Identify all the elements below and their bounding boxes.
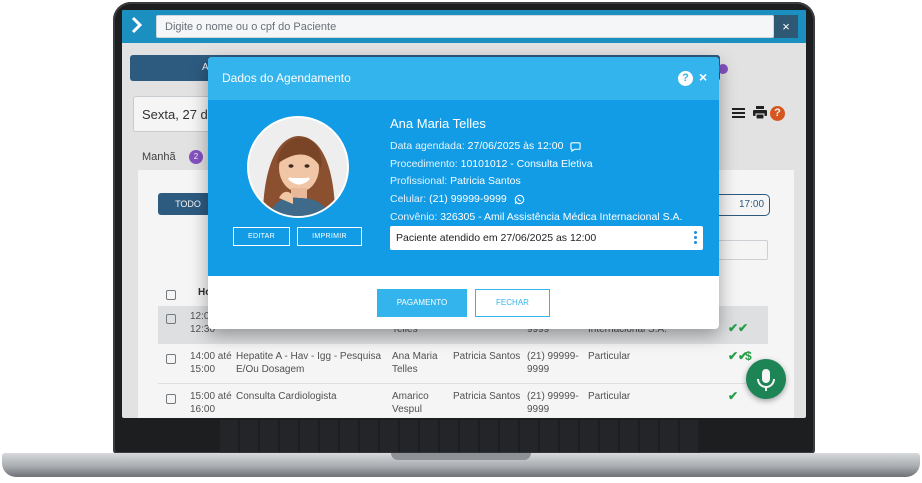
procedure-value: 10101012 - Consulta Eletiva [460,158,593,170]
app-topbar: Digite o nome ou o cpf do Paciente × [122,10,806,43]
professional-label: Profissional: [390,175,448,187]
modal-title: Dados do Agendamento [222,71,351,85]
patient-photo-icon [249,118,347,216]
keyboard-reflection [220,420,700,454]
edit-button[interactable]: EDITAR [233,227,290,246]
professional-value: Patricia Santos [450,175,521,187]
laptop-notch [391,453,531,460]
insurance-label: Convênio: [390,211,438,223]
close-button[interactable]: FECHAR [475,289,550,317]
help-icon[interactable]: ? [678,71,693,86]
appointment-status-text: Paciente atendido em 27/06/2025 as 12:00 [396,232,597,244]
patient-name: Ana Maria Telles [390,116,486,131]
modal-body: EDITAR IMPRIMIR Ana Maria Telles Data ag… [208,100,719,276]
phone-line: Celular: (21) 99999-9999 [390,193,525,205]
chat-bubble-icon[interactable] [570,141,581,152]
more-options-icon[interactable] [694,231,697,245]
insurance-value: 326305 - Amil Assistência Médica Interna… [440,211,683,223]
clear-search-button[interactable]: × [774,15,798,38]
patient-avatar [247,116,349,218]
procedure-label: Procedimento: [390,158,458,170]
procedure-line: Procedimento: 10101012 - Consulta Eletiv… [390,158,593,170]
modal-header: Dados do Agendamento ? × [208,57,719,100]
scheduled-date-value: 27/06/2025 às 12:00 [467,140,564,152]
phone-value: (21) 99999-9999 [429,193,507,205]
whatsapp-icon[interactable] [514,194,525,205]
scheduled-date-line: Data agendada: 27/06/2025 às 12:00 [390,140,581,152]
insurance-line: Convênio: 326305 - Amil Assistência Médi… [390,211,682,223]
phone-label: Celular: [390,193,427,205]
close-icon[interactable]: × [699,69,707,85]
professional-line: Profissional: Patricia Santos [390,175,521,187]
print-button[interactable]: IMPRIMIR [297,227,362,246]
payment-button[interactable]: PAGAMENTO [377,289,467,317]
chevron-right-icon[interactable] [130,16,150,36]
appointment-status-field[interactable]: Paciente atendido em 27/06/2025 as 12:00 [390,226,703,250]
scheduled-date-label: Data agendada: [390,140,465,152]
appointment-modal: Dados do Agendamento ? × EDITAR IMPRIMIR… [208,57,719,329]
patient-search-input[interactable]: Digite o nome ou o cpf do Paciente [156,15,774,38]
